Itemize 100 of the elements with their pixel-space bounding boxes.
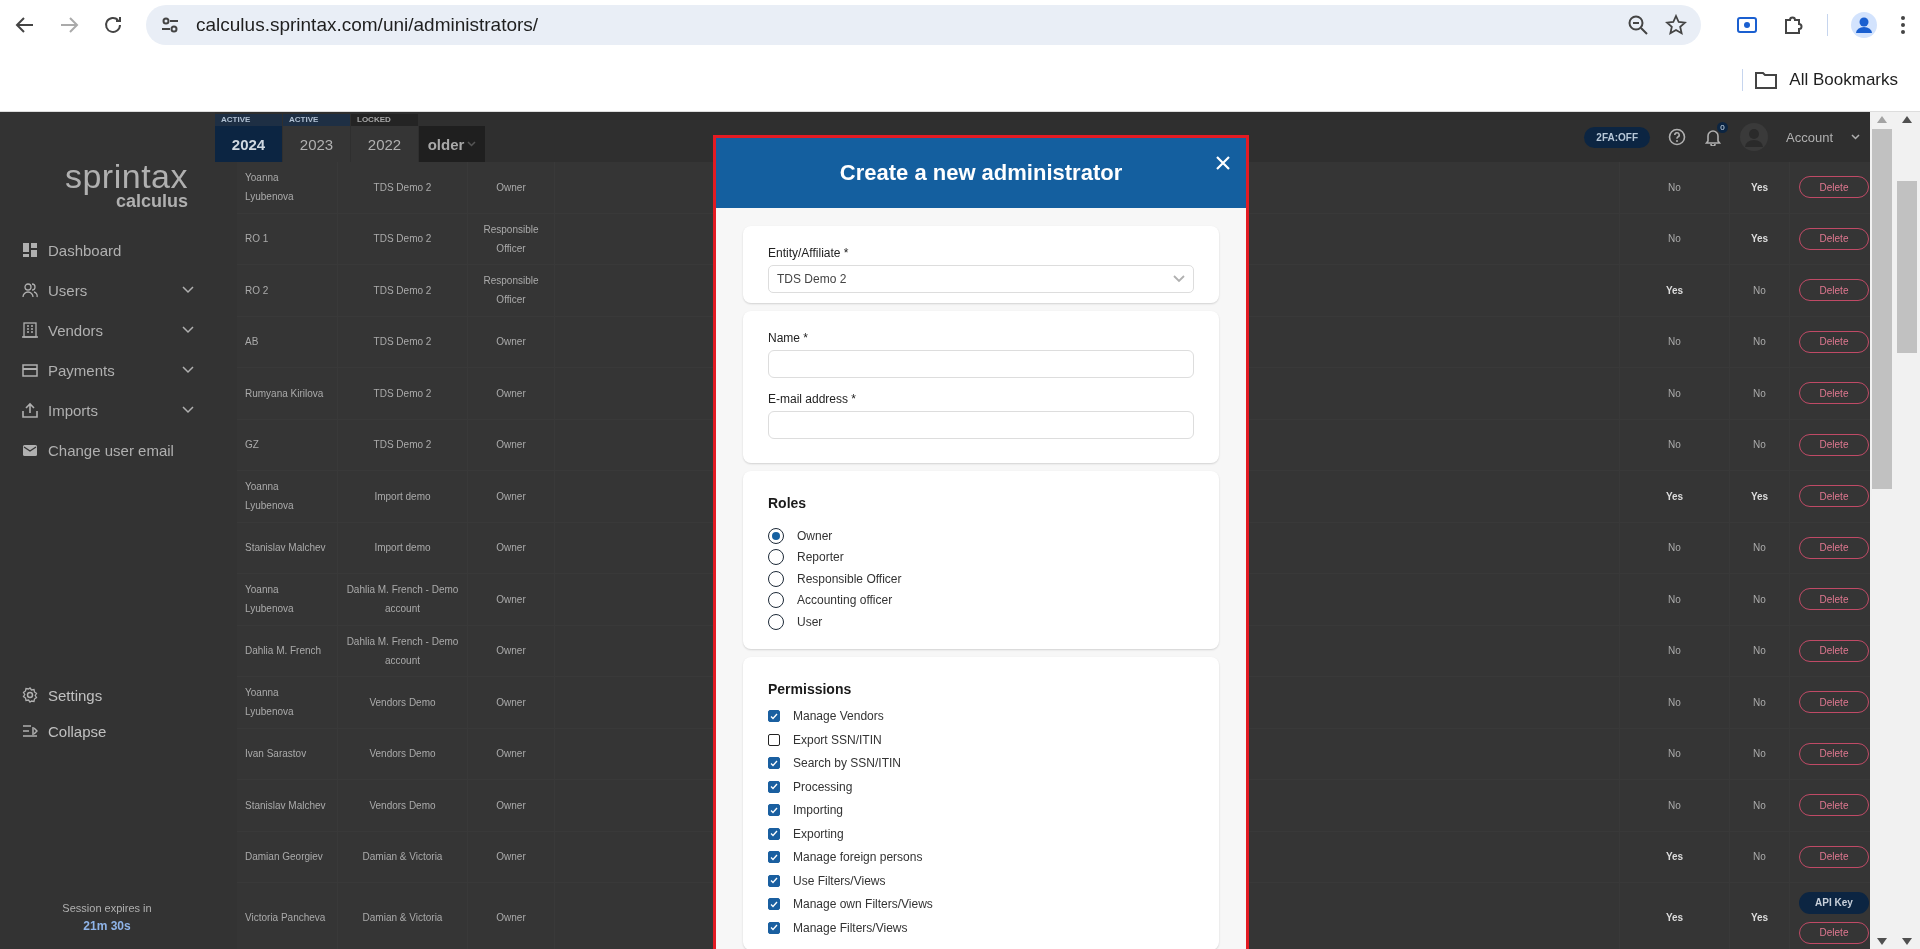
collapse-icon bbox=[22, 723, 38, 739]
session-label: Session expires in bbox=[61, 901, 153, 916]
permission-checkbox[interactable]: Processing bbox=[768, 775, 1194, 799]
email-field[interactable] bbox=[768, 411, 1194, 439]
nav-item[interactable]: Collapse bbox=[22, 713, 194, 749]
scroll-up-arrow-icon bbox=[1876, 116, 1887, 123]
permission-checkbox[interactable]: Importing bbox=[768, 798, 1194, 822]
table-cell: Ivan Sarastov bbox=[237, 728, 338, 779]
table-cell: TDS Demo 2 bbox=[338, 419, 468, 470]
entity-select[interactable]: TDS Demo 2 bbox=[768, 265, 1194, 293]
role-radio[interactable]: User bbox=[768, 611, 1194, 633]
table-cell: TDS Demo 2 bbox=[338, 316, 468, 367]
nav-item[interactable]: Users bbox=[22, 270, 194, 310]
scrollbar-thumb[interactable] bbox=[1896, 181, 1917, 353]
table-cell: Yes bbox=[1730, 162, 1790, 213]
table-cell: No bbox=[1620, 162, 1730, 213]
profile-icon bbox=[1850, 11, 1878, 39]
checkbox[interactable] bbox=[768, 780, 780, 793]
table-cell: Vendors Demo bbox=[338, 780, 468, 831]
star-icon bbox=[1665, 14, 1687, 36]
close-icon bbox=[1216, 156, 1230, 170]
address-bar[interactable]: calculus.sprintax.com/uni/administrators/ bbox=[146, 5, 1701, 45]
url-text: calculus.sprintax.com/uni/administrators/ bbox=[196, 14, 540, 36]
checkbox[interactable] bbox=[768, 874, 780, 887]
table-cell: Damian Georgiev bbox=[237, 831, 338, 882]
table-cell: Victoria Pancheva bbox=[237, 883, 338, 949]
nav-item[interactable]: Payments bbox=[22, 350, 194, 390]
api-key-button[interactable]: API Key bbox=[1799, 891, 1869, 914]
year-tab[interactable]: 2024 bbox=[215, 126, 282, 162]
modal-title: Create a new administrator bbox=[839, 160, 1123, 186]
table-cell: Dahlia M. French bbox=[237, 625, 338, 676]
nav-item[interactable]: Change user email bbox=[22, 430, 194, 470]
role-radio[interactable]: Accounting officer bbox=[768, 589, 1194, 611]
permission-checkbox[interactable]: Use Filters/Views bbox=[768, 869, 1194, 893]
table-cell: No bbox=[1730, 265, 1790, 316]
account-menu[interactable]: Account bbox=[1786, 129, 1833, 145]
table-cell: Owner bbox=[468, 883, 555, 949]
table-cell: No bbox=[1730, 316, 1790, 367]
dashboard-icon bbox=[22, 242, 38, 258]
table-cell: Yoanna Lyubenova bbox=[237, 574, 338, 625]
table-cell: Rumyana Kirilova bbox=[237, 368, 338, 419]
nav-item[interactable]: Dashboard bbox=[22, 230, 194, 270]
table-cell: No bbox=[1730, 831, 1790, 882]
permission-checkbox[interactable]: Manage Filters/Views bbox=[768, 916, 1194, 940]
checkbox[interactable] bbox=[768, 710, 780, 723]
checkbox[interactable] bbox=[768, 757, 780, 770]
table-cell: Owner bbox=[468, 574, 555, 625]
field-label: E-mail address * bbox=[768, 392, 858, 406]
permission-checkbox[interactable]: Manage Vendors bbox=[768, 704, 1194, 728]
checkbox[interactable] bbox=[768, 898, 780, 911]
table-cell: Yes bbox=[1730, 883, 1790, 949]
two-factor-badge[interactable]: 2FA:OFF bbox=[1584, 126, 1650, 148]
permission-checkbox[interactable]: Manage own Filters/Views bbox=[768, 892, 1194, 916]
session-timer: 21m 30s bbox=[82, 918, 132, 935]
table-cell: RO 1 bbox=[237, 213, 338, 264]
year-tab[interactable]: 2023 bbox=[283, 126, 350, 162]
checkbox[interactable] bbox=[768, 804, 780, 817]
checkbox[interactable] bbox=[768, 851, 780, 864]
table-cell: No bbox=[1620, 368, 1730, 419]
role-radio[interactable]: Reporter bbox=[768, 546, 1194, 568]
folder-icon bbox=[1755, 71, 1778, 89]
section-title: Roles bbox=[768, 495, 808, 511]
upload-icon bbox=[22, 402, 38, 418]
permission-checkbox[interactable]: Export SSN/ITIN bbox=[768, 728, 1194, 752]
table-cell: Yes bbox=[1730, 471, 1790, 522]
checkbox[interactable] bbox=[768, 921, 780, 934]
table-cell: Vendors Demo bbox=[338, 677, 468, 728]
help-icon bbox=[1668, 128, 1686, 146]
table-cell: GZ bbox=[237, 419, 338, 470]
older-dropdown[interactable]: older bbox=[419, 126, 485, 162]
close-button[interactable] bbox=[1214, 154, 1232, 172]
scrollbar-thumb[interactable] bbox=[1871, 129, 1892, 489]
role-radio[interactable]: Responsible Officer bbox=[768, 568, 1194, 590]
mail-icon bbox=[22, 442, 38, 458]
permission-checkbox[interactable]: Exporting bbox=[768, 822, 1194, 846]
table-cell: No bbox=[1730, 780, 1790, 831]
nav-item[interactable]: Settings bbox=[22, 677, 194, 713]
nav-item[interactable]: Vendors bbox=[22, 310, 194, 350]
field-label: Name * bbox=[768, 331, 809, 345]
year-status-label: ACTIVE bbox=[215, 114, 282, 126]
nav-item[interactable]: Imports bbox=[22, 390, 194, 430]
table-cell: No bbox=[1730, 574, 1790, 625]
notification-badge: 0 bbox=[1717, 122, 1728, 133]
table-cell: RO 2 bbox=[237, 265, 338, 316]
table-cell: Owner bbox=[468, 625, 555, 676]
permission-checkbox[interactable]: Manage foreign persons bbox=[768, 845, 1194, 869]
bookmarks-folder[interactable]: All Bookmarks bbox=[1755, 70, 1898, 90]
checkbox[interactable] bbox=[768, 733, 780, 746]
reload-icon bbox=[102, 14, 124, 36]
table-cell: No bbox=[1620, 213, 1730, 264]
year-tab[interactable]: 2022 bbox=[351, 126, 418, 162]
permission-checkbox[interactable]: Search by SSN/ITIN bbox=[768, 751, 1194, 775]
table-cell: Import demo bbox=[338, 522, 468, 573]
gear-icon bbox=[22, 687, 38, 703]
zoom-icon bbox=[1627, 14, 1649, 36]
table-cell: Owner bbox=[468, 677, 555, 728]
checkbox[interactable] bbox=[768, 827, 780, 840]
name-field[interactable] bbox=[768, 350, 1194, 378]
table-cell: No bbox=[1730, 625, 1790, 676]
role-radio[interactable]: Owner bbox=[768, 525, 1194, 547]
